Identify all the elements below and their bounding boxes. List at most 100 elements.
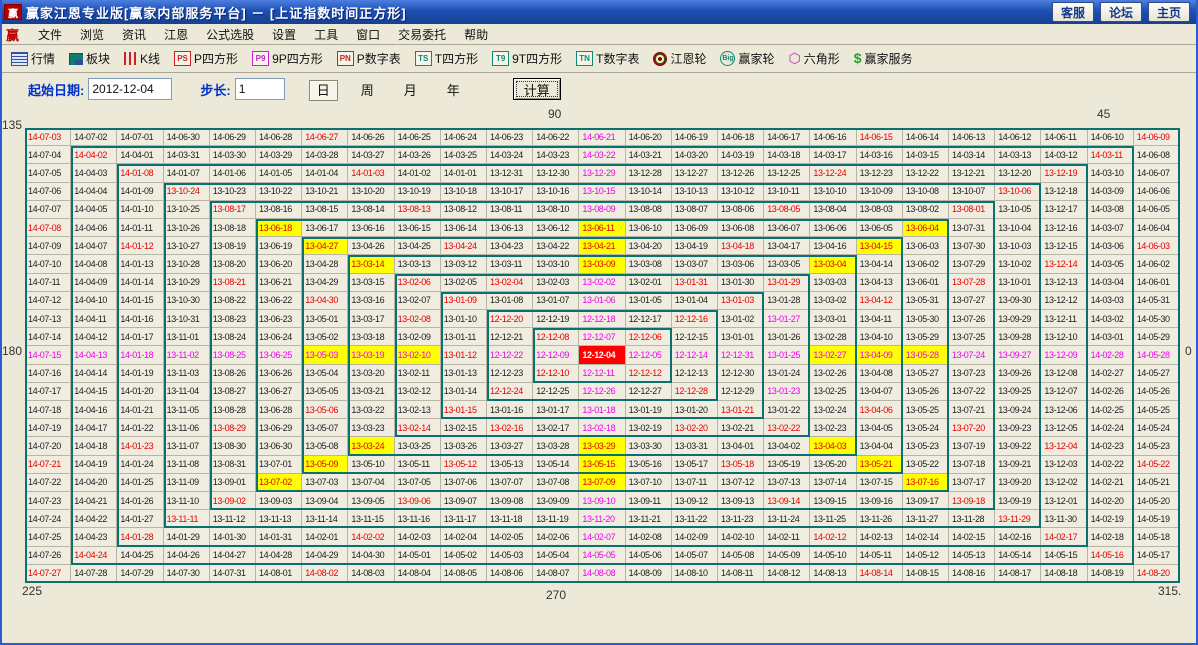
grid-cell: 13-12-20: [995, 164, 1042, 183]
grid-cell: 14-07-31: [209, 564, 256, 583]
toolbar-button-K线[interactable]: K线: [117, 50, 167, 67]
grid-cell: 13-10-19: [394, 182, 441, 201]
grid-cell: 13-07-16: [902, 473, 949, 492]
grid-cell: 14-02-22: [1087, 455, 1134, 474]
grid-cell: 13-02-18: [579, 419, 626, 438]
grid-cell: 13-04-04: [856, 437, 903, 456]
home-button[interactable]: 主页: [1147, 2, 1190, 22]
unit-toggle-年[interactable]: 年: [440, 81, 467, 100]
grid-cell: 13-06-10: [625, 219, 672, 238]
grid-cell: 14-08-06: [487, 564, 534, 583]
grid-cell: 13-10-16: [533, 182, 580, 201]
grid-cell: 13-03-31: [671, 437, 718, 456]
grid-cell: 14-02-03: [394, 528, 441, 547]
menu-item-5[interactable]: 设置: [263, 26, 305, 43]
grid-cell: 13-05-24: [902, 419, 949, 438]
grid-cell: 14-07-10: [25, 255, 72, 274]
toolbar-button-行情[interactable]: 行情: [4, 50, 62, 67]
grid-cell: 14-02-12: [810, 528, 857, 547]
calculate-button[interactable]: 计算: [512, 78, 561, 100]
p-square-icon: PS: [174, 51, 192, 66]
toolbar-button-板块[interactable]: 板块: [62, 50, 117, 67]
grid-cell: 14-06-08: [1133, 146, 1180, 165]
grid-cell: 14-06-19: [671, 128, 718, 147]
grid-cell: 13-06-07: [764, 219, 811, 238]
toolbar-button-P数字表[interactable]: PN P数字表: [330, 50, 408, 67]
grid-cell: 14-07-29: [117, 564, 164, 583]
grid-cell: 13-11-29: [995, 510, 1042, 529]
grid-cell: 13-03-15: [348, 273, 395, 292]
grid-cell: 13-05-11: [394, 455, 441, 474]
menu-item-2[interactable]: 资讯: [113, 26, 155, 43]
toolbar-button-六角形[interactable]: ⬡ 六角形: [782, 50, 847, 67]
toolbar-button-江恩轮[interactable]: 江恩轮: [646, 50, 713, 67]
grid-cell: 14-05-10: [810, 546, 857, 565]
menu-item-1[interactable]: 浏览: [71, 26, 113, 43]
grid-cell: 14-07-12: [25, 291, 72, 310]
menu-item-8[interactable]: 交易委托: [389, 26, 455, 43]
grid-cell: 14-04-21: [71, 492, 118, 511]
unit-toggle-月[interactable]: 月: [397, 81, 424, 100]
grid-cell: 14-07-14: [25, 328, 72, 347]
grid-cell: 13-04-23: [487, 237, 534, 256]
grid-cell: 13-02-21: [718, 419, 765, 438]
angle-label-180: 180: [2, 344, 23, 358]
grid-cell: 14-01-03: [348, 164, 395, 183]
toolbar-button-T四方形[interactable]: TS T四方形: [408, 50, 485, 67]
grid-cell: 14-08-08: [579, 564, 626, 583]
toolbar-button-9T四方形[interactable]: T9 9T四方形: [485, 50, 569, 67]
menu-item-9[interactable]: 帮助: [455, 26, 497, 43]
customer-service-button[interactable]: 客服: [1051, 2, 1094, 22]
grid-cell: 14-01-15: [117, 291, 164, 310]
grid-cell: 14-02-24: [1087, 419, 1134, 438]
grid-cell: 14-02-17: [1041, 528, 1088, 547]
grid-cell: 13-09-04: [302, 492, 349, 511]
grid-cell: 13-09-13: [718, 492, 765, 511]
grid-cell: 14-02-02: [348, 528, 395, 547]
grid-cell: 13-07-21: [949, 401, 996, 420]
grid-cell: 13-12-22: [902, 164, 949, 183]
grid-cell: 14-05-21: [1133, 473, 1180, 492]
grid-cell: 13-11-22: [671, 510, 718, 529]
service-icon: $: [853, 50, 862, 66]
grid-cell: 13-07-11: [671, 473, 718, 492]
menu-item-3[interactable]: 江恩: [155, 26, 197, 43]
toolbar-button-P四方形[interactable]: PS P四方形: [167, 50, 245, 67]
menu-item-7[interactable]: 窗口: [347, 26, 389, 43]
grid-cell: 13-07-25: [949, 328, 996, 347]
forum-button[interactable]: 论坛: [1099, 2, 1142, 22]
unit-toggle-日[interactable]: 日: [308, 79, 338, 101]
winner-wheel-icon: Big: [720, 51, 736, 66]
grid-cell: 13-06-16: [348, 219, 395, 238]
grid-cell: 13-08-27: [209, 382, 256, 401]
grid-cell: 14-07-23: [25, 492, 72, 511]
grid-cell: 13-03-28: [533, 437, 580, 456]
grid-cell: 14-05-05: [579, 546, 626, 565]
toolbar-button-T数字表[interactable]: TN T数字表: [569, 50, 646, 67]
step-input[interactable]: [234, 78, 285, 100]
grid-cell: 13-08-05: [764, 200, 811, 219]
unit-toggle-周[interactable]: 周: [354, 81, 381, 100]
grid-cell: 13-12-25: [764, 164, 811, 183]
start-date-input[interactable]: [88, 78, 173, 100]
grid-cell: 14-08-05: [440, 564, 487, 583]
menu-item-0[interactable]: 文件: [29, 26, 71, 43]
menu-item-4[interactable]: 公式选股: [197, 26, 263, 43]
grid-cell: 13-09-19: [995, 492, 1042, 511]
grid-cell: 13-01-27: [764, 310, 811, 329]
toolbar-button-赢家服务[interactable]: $ 赢家服务: [847, 50, 920, 67]
menu-item-6[interactable]: 工具: [305, 26, 347, 43]
grid-cell: 13-06-12: [533, 219, 580, 238]
grid-cell: 14-07-02: [71, 128, 118, 147]
grid-cell: 13-09-07: [440, 492, 487, 511]
grid-cell: 14-03-01: [1087, 328, 1134, 347]
grid-cell: 13-09-21: [995, 455, 1042, 474]
grid-cell: 13-03-30: [625, 437, 672, 456]
toolbar-button-赢家轮[interactable]: Big 赢家轮: [713, 50, 781, 67]
grid-cell: 13-08-29: [209, 419, 256, 438]
grid-cell: 12-12-28: [671, 382, 718, 401]
grid-cell: 14-03-13: [995, 146, 1042, 165]
grid-cell: 14-06-17: [764, 128, 811, 147]
grid-cell: 13-09-17: [902, 492, 949, 511]
toolbar-button-9P四方形[interactable]: P9 9P四方形: [245, 50, 330, 67]
